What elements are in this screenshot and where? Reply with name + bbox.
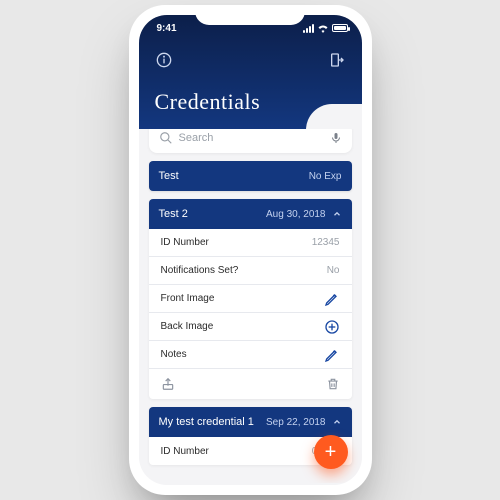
screen: 9:41 Credentials [139, 15, 362, 485]
plus-circle-icon[interactable] [324, 319, 340, 335]
wifi-icon [317, 24, 329, 33]
search-icon [159, 131, 173, 145]
credential-name: My test credential 1 [159, 416, 254, 428]
plus-icon: + [325, 441, 337, 464]
detail-value: No [327, 265, 340, 276]
detail-label: Front Image [161, 293, 215, 304]
add-button[interactable]: + [314, 435, 348, 469]
battery-icon [332, 24, 348, 32]
mic-icon[interactable] [330, 132, 342, 144]
detail-value: 12345 [312, 237, 340, 248]
credential-expiry: Sep 22, 2018 [266, 417, 326, 428]
phone-frame: 9:41 Credentials [129, 5, 372, 495]
detail-row[interactable]: Notes [149, 341, 352, 369]
credential-name: Test [159, 170, 179, 182]
detail-label: Back Image [161, 321, 214, 332]
status-right [303, 24, 348, 33]
detail-label: ID Number [161, 446, 209, 457]
detail-row: Notifications Set? No [149, 257, 352, 285]
search-input[interactable] [179, 132, 330, 144]
chevron-up-icon [332, 209, 342, 219]
credential-expiry: Aug 30, 2018 [266, 209, 326, 220]
share-icon[interactable] [161, 377, 175, 391]
info-icon[interactable] [155, 51, 173, 69]
signal-icon [303, 24, 314, 33]
pen-icon[interactable] [324, 347, 340, 363]
detail-label: ID Number [161, 237, 209, 248]
pen-icon[interactable] [324, 291, 340, 307]
credential-expiry: No Exp [309, 171, 342, 182]
detail-label: Notes [161, 349, 187, 360]
detail-row: ID Number 12345 [149, 229, 352, 257]
card-actions [149, 369, 352, 399]
credential-header[interactable]: Test 2 Aug 30, 2018 [149, 199, 352, 229]
status-time: 9:41 [157, 23, 177, 34]
detail-label: Notifications Set? [161, 265, 239, 276]
credential-card: ID Number 12345 Notifications Set? No Fr… [149, 229, 352, 399]
exit-icon[interactable] [328, 51, 346, 69]
credential-header[interactable]: Test No Exp [149, 161, 352, 191]
detail-row[interactable]: Back Image [149, 313, 352, 341]
credential-name: Test 2 [159, 208, 188, 220]
credential-header[interactable]: My test credential 1 Sep 22, 2018 [149, 407, 352, 437]
chevron-up-icon [332, 417, 342, 427]
content: Test No Exp Test 2 Aug 30, 2018 ID Numbe… [139, 129, 362, 483]
trash-icon[interactable] [326, 377, 340, 391]
search-bar[interactable] [149, 129, 352, 153]
notch [195, 5, 305, 25]
detail-row[interactable]: Front Image [149, 285, 352, 313]
